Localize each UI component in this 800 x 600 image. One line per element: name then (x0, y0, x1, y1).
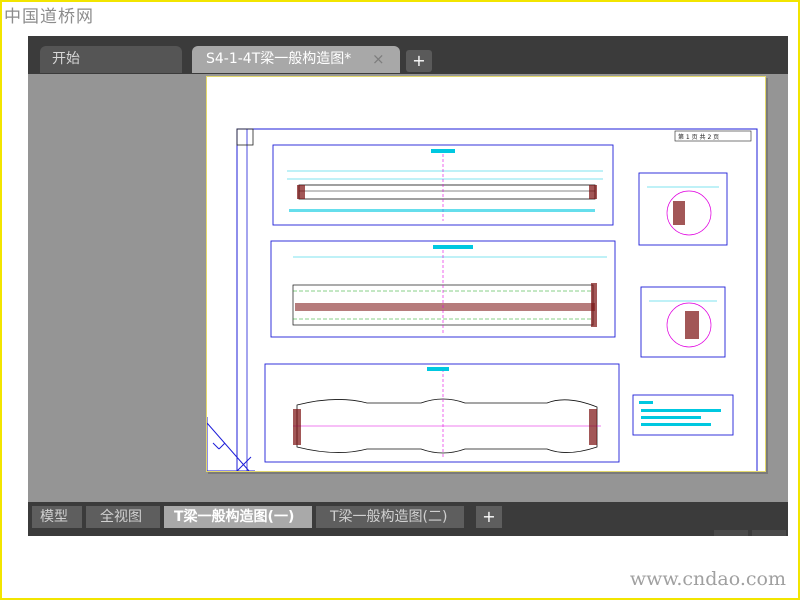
cad-drawing: 第 1 页 共 2 页 设计 复核 审核 图号 (207, 128, 758, 471)
status-cell[interactable] (714, 530, 748, 536)
tab-drawing[interactable]: S4-1-4T梁一般构造图* × (192, 46, 400, 73)
tab-layout-1[interactable]: T梁一般构造图(一) (164, 506, 312, 528)
document-tab-bar: 开始 S4-1-4T梁一般构造图* × + (28, 36, 788, 74)
tab-full-view[interactable]: 全视图 (86, 506, 160, 528)
plus-icon: + (412, 51, 426, 70)
tab-start-label: 开始 (52, 51, 80, 67)
sheet-label: 第 1 页 共 2 页 (678, 133, 719, 141)
watermark-bottom: www.cndao.com (629, 568, 786, 590)
sheet-corner-box (236, 128, 254, 146)
ucs-icon (207, 417, 255, 471)
plus-icon: + (482, 507, 496, 526)
watermark-top: 中国道桥网 (4, 7, 94, 27)
status-cell[interactable] (752, 530, 786, 536)
tab-start[interactable]: 开始 (40, 46, 182, 73)
detail-view-a (638, 172, 728, 246)
elevation-view (272, 144, 614, 226)
cad-window: 开始 S4-1-4T梁一般构造图* × + 第 1 页 共 2 页 模型 全视图… (28, 36, 788, 536)
sheet-left-strip (236, 128, 248, 471)
drawing-sheet[interactable]: 第 1 页 共 2 页 设计 复核 审核 图号 (206, 76, 766, 472)
add-layout-button[interactable]: + (476, 506, 502, 528)
detail-view-b (640, 286, 726, 358)
notes-box (632, 394, 734, 436)
tab-drawing-label: S4-1-4T梁一般构造图* (206, 51, 352, 67)
sheet-border (236, 128, 758, 471)
layout-viewport[interactable]: 第 1 页 共 2 页 设计 复核 审核 图号 (28, 74, 788, 502)
close-icon[interactable]: × (372, 46, 385, 73)
plan-view (270, 240, 616, 338)
new-tab-button[interactable]: + (406, 50, 432, 72)
tab-model[interactable]: 模型 (32, 506, 82, 528)
tab-layout-2[interactable]: T梁一般构造图(二) (316, 506, 464, 528)
bottom-plan-view (264, 363, 620, 463)
layout-tab-bar: 模型 全视图 T梁一般构造图(一) T梁一般构造图(二) + (28, 502, 788, 536)
